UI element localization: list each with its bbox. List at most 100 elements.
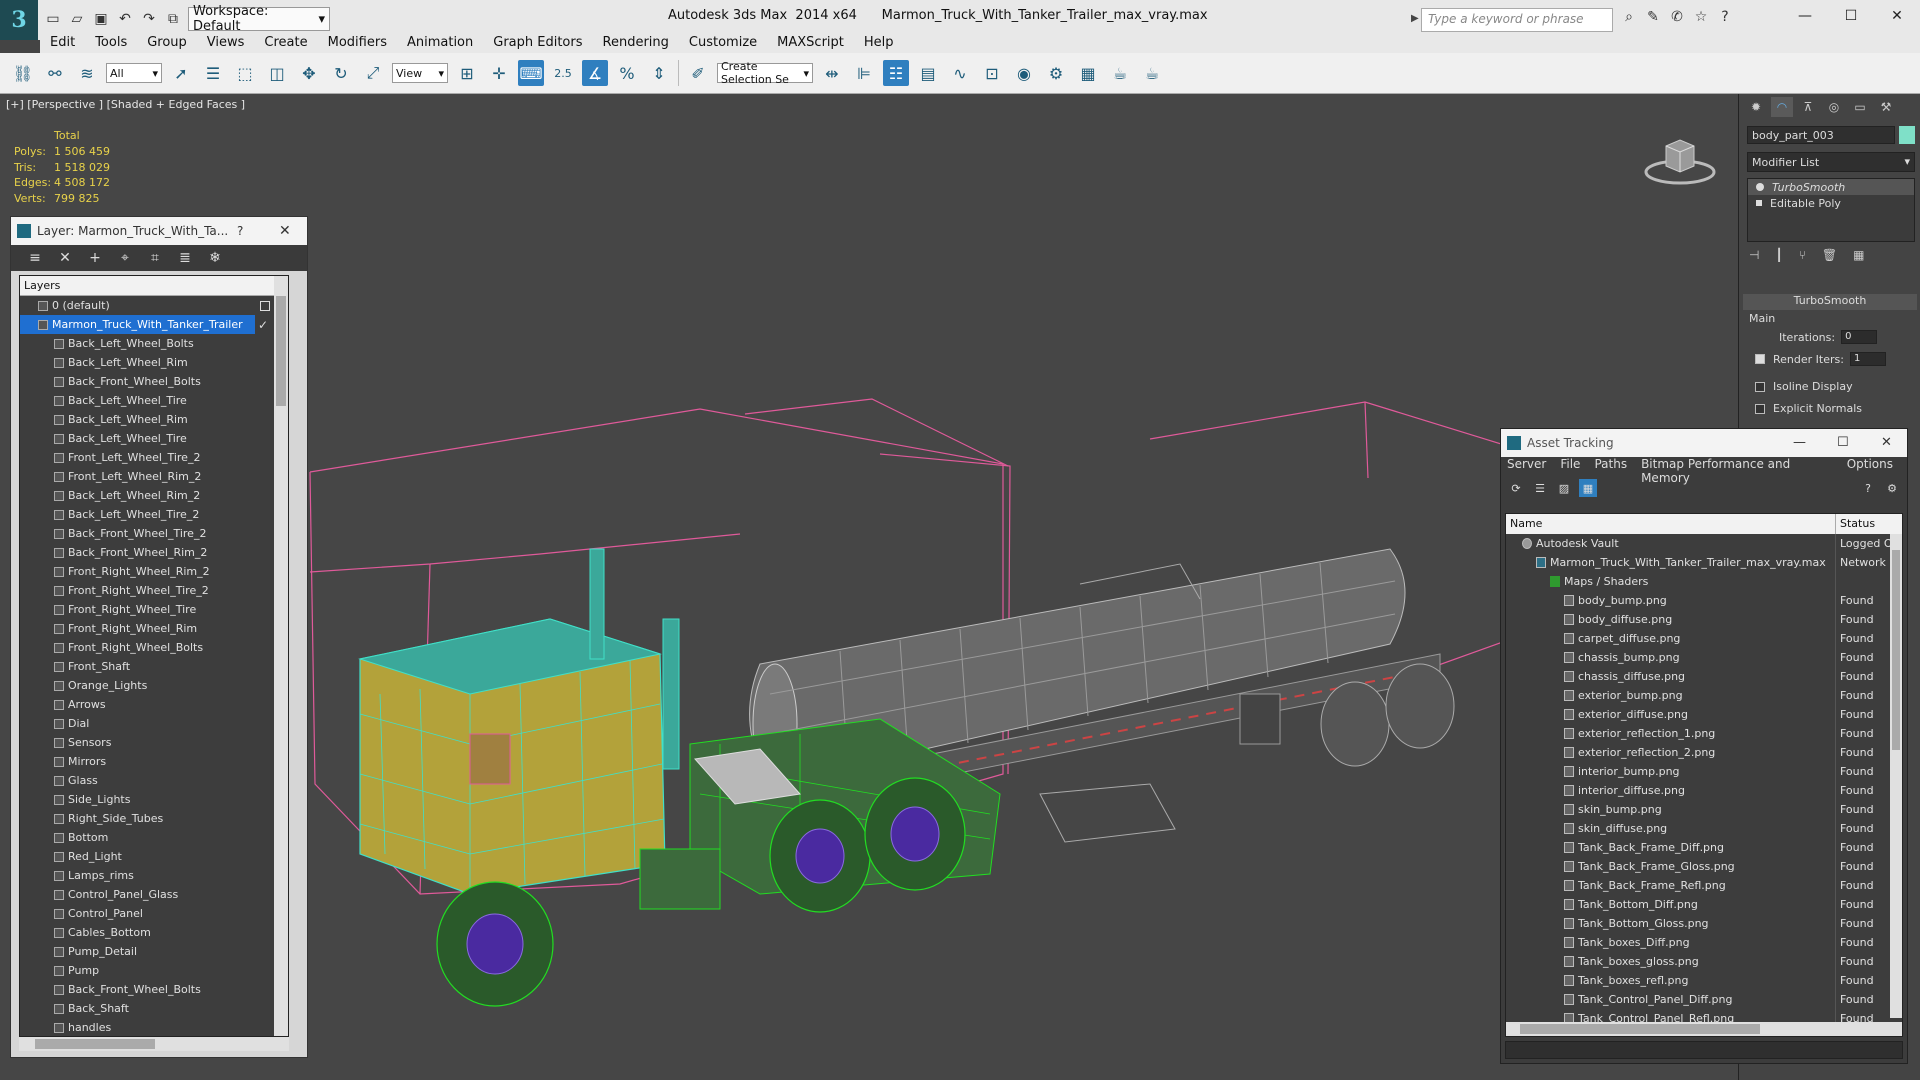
layer-item[interactable]: Front_Left_Wheel_Rim_2 xyxy=(20,467,288,486)
scroll-thumb[interactable] xyxy=(276,296,286,406)
asset-row[interactable]: Maps / Shaders xyxy=(1506,572,1902,591)
asset-horizontal-scrollbar[interactable] xyxy=(1506,1022,1902,1036)
thumbnail-view-icon[interactable]: ▨ xyxy=(1555,479,1573,497)
asset-row[interactable]: Tank_boxes_gloss.png Found xyxy=(1506,952,1902,971)
menu-customize[interactable]: Customize xyxy=(679,35,767,50)
render-setup-icon[interactable]: ⚙ xyxy=(1043,60,1069,86)
layer-item[interactable]: Back_Left_Wheel_Rim xyxy=(20,353,288,372)
layer-item[interactable]: Back_Left_Wheel_Tire xyxy=(20,391,288,410)
menu-modifiers[interactable]: Modifiers xyxy=(318,35,397,50)
viewport-label[interactable]: [+] [Perspective ] [Shaded + Edged Faces… xyxy=(6,98,245,111)
delete-layer-icon[interactable]: ✕ xyxy=(55,248,75,268)
layer-item[interactable]: Pump xyxy=(20,961,288,980)
snaps-toggle-icon[interactable]: 2.5 xyxy=(550,60,576,86)
asset-row[interactable]: skin_bump.png Found xyxy=(1506,800,1902,819)
rotate-icon[interactable]: ↻ xyxy=(328,60,354,86)
close-button[interactable]: ✕ xyxy=(1874,0,1920,32)
asset-row[interactable]: Tank_Bottom_Gloss.png Found xyxy=(1506,914,1902,933)
maximize-button[interactable]: ☐ xyxy=(1828,0,1874,32)
layer-item[interactable]: Back_Front_Wheel_Bolts xyxy=(20,980,288,999)
asset-row[interactable]: interior_bump.png Found xyxy=(1506,762,1902,781)
search-expand-icon[interactable]: ▶ xyxy=(1411,13,1419,24)
layer-default[interactable]: 0 (default) xyxy=(20,296,288,315)
asset-window-titlebar[interactable]: Asset Tracking — ☐ ✕ xyxy=(1501,429,1907,457)
layer-item[interactable]: Back_Front_Wheel_Tire_2 xyxy=(20,524,288,543)
layer-item[interactable]: Right_Side_Tubes xyxy=(20,809,288,828)
layer-item[interactable]: Back_Left_Wheel_Tire_2 xyxy=(20,505,288,524)
asset-row[interactable]: Tank_Back_Frame_Diff.png Found xyxy=(1506,838,1902,857)
layer-item[interactable]: Front_Shaft xyxy=(20,657,288,676)
menu-animation[interactable]: Animation xyxy=(397,35,483,50)
isoline-display-checkbox[interactable] xyxy=(1755,381,1765,392)
layer-item[interactable]: Back_Shaft xyxy=(20,999,288,1018)
layer-item[interactable]: Front_Right_Wheel_Tire xyxy=(20,600,288,619)
viewcube-icon[interactable] xyxy=(1640,128,1720,188)
explicit-normals-checkbox[interactable] xyxy=(1755,403,1765,414)
render-iters-checkbox[interactable] xyxy=(1755,354,1765,364)
modifier-list-select[interactable]: Modifier List ▾ xyxy=(1747,152,1915,172)
asset-menu-options[interactable]: Options xyxy=(1847,457,1900,475)
layer-item[interactable]: Glass xyxy=(20,771,288,790)
layer-item[interactable]: Dial xyxy=(20,714,288,733)
layer-item[interactable]: Back_Left_Wheel_Rim_2 xyxy=(20,486,288,505)
move-icon[interactable]: ✥ xyxy=(296,60,322,86)
search-input[interactable]: Type a keyword or phrase xyxy=(1421,8,1613,32)
new-file-icon[interactable]: ▭ xyxy=(44,10,62,28)
asset-row[interactable]: Tank_boxes_Diff.png Found xyxy=(1506,933,1902,952)
help-pin-icon[interactable]: ⚙ xyxy=(1883,479,1901,497)
help-icon[interactable]: ? xyxy=(1859,479,1877,497)
object-color-swatch[interactable] xyxy=(1899,126,1915,144)
layer-item[interactable]: Back_Left_Wheel_Rim xyxy=(20,410,288,429)
layer-item[interactable]: Pump_Detail xyxy=(20,942,288,961)
add-to-layer-icon[interactable]: + xyxy=(85,248,105,268)
iterations-spinner[interactable]: 0 xyxy=(1841,330,1878,344)
menu-graph-editors[interactable]: Graph Editors xyxy=(483,35,592,50)
asset-row[interactable]: Tank_boxes_refl.png Found xyxy=(1506,971,1902,990)
schematic-view-icon[interactable]: ⊡ xyxy=(979,60,1005,86)
table-view-icon[interactable]: ▦ xyxy=(1579,479,1597,497)
layer-list[interactable]: Layers 0 (default) Marmon_Truck_With_Tan… xyxy=(19,275,289,1037)
rectangle-selection-icon[interactable]: ⬚ xyxy=(232,60,258,86)
asset-row[interactable]: carpet_diffuse.png Found xyxy=(1506,629,1902,648)
remove-modifier-icon[interactable]: 🗑 xyxy=(1822,248,1837,262)
scroll-thumb[interactable] xyxy=(35,1039,155,1049)
help-icon[interactable]: ? xyxy=(237,224,243,238)
layer-item[interactable]: Control_Panel xyxy=(20,904,288,923)
undo-icon[interactable]: ↶ xyxy=(116,10,134,28)
graphite-ribbon-icon[interactable]: ▤ xyxy=(915,60,941,86)
active-layer-checkbox[interactable] xyxy=(260,300,270,311)
menu-group[interactable]: Group xyxy=(137,35,197,50)
layer-item[interactable]: Front_Right_Wheel_Bolts xyxy=(20,638,288,657)
reference-coordinate-select[interactable]: View ▾ xyxy=(392,63,448,83)
utilities-tab-icon[interactable]: ⚒ xyxy=(1875,97,1897,117)
asset-row[interactable]: skin_diffuse.png Found xyxy=(1506,819,1902,838)
open-file-icon[interactable]: ▱ xyxy=(68,10,86,28)
light-bulb-icon[interactable] xyxy=(1756,183,1764,191)
menu-maxscript[interactable]: MAXScript xyxy=(767,35,854,50)
layer-horizontal-scrollbar[interactable] xyxy=(19,1037,289,1051)
asset-menu-paths[interactable]: Paths xyxy=(1594,457,1634,475)
maximize-icon[interactable]: ☐ xyxy=(1837,435,1849,450)
save-icon[interactable]: ▣ xyxy=(92,10,110,28)
redo-icon[interactable]: ↷ xyxy=(140,10,158,28)
configure-modifier-sets-icon[interactable]: ▦ xyxy=(1853,248,1864,262)
link-icon[interactable]: ⛓ xyxy=(10,60,36,86)
select-by-name-icon[interactable]: ☰ xyxy=(200,60,226,86)
render-production-icon[interactable]: ☕ xyxy=(1107,60,1133,86)
mirror-icon[interactable]: ⇹ xyxy=(819,60,845,86)
show-end-result-icon[interactable]: ┃ xyxy=(1775,248,1782,262)
app-logo[interactable]: 3 xyxy=(0,0,38,40)
menu-tools[interactable]: Tools xyxy=(85,35,137,50)
column-header-status[interactable]: Status xyxy=(1836,514,1890,534)
freeze-all-icon[interactable]: ❄ xyxy=(205,248,225,268)
layer-item[interactable]: Orange_Lights xyxy=(20,676,288,695)
favorites-star-icon[interactable]: ☆ xyxy=(1692,8,1710,26)
create-tab-icon[interactable]: ✹ xyxy=(1745,97,1767,117)
binoculars-icon[interactable]: ⌕ xyxy=(1620,8,1638,26)
pivot-center-icon[interactable]: ⊞ xyxy=(454,60,480,86)
stack-item-turbosmooth[interactable]: TurboSmooth xyxy=(1748,179,1914,195)
layer-item[interactable]: Control_Panel_Glass xyxy=(20,885,288,904)
percent-snap-icon[interactable]: % xyxy=(614,60,640,86)
create-layer-icon[interactable]: ≡ xyxy=(25,248,45,268)
render-iters-spinner[interactable]: 1 xyxy=(1849,352,1886,366)
